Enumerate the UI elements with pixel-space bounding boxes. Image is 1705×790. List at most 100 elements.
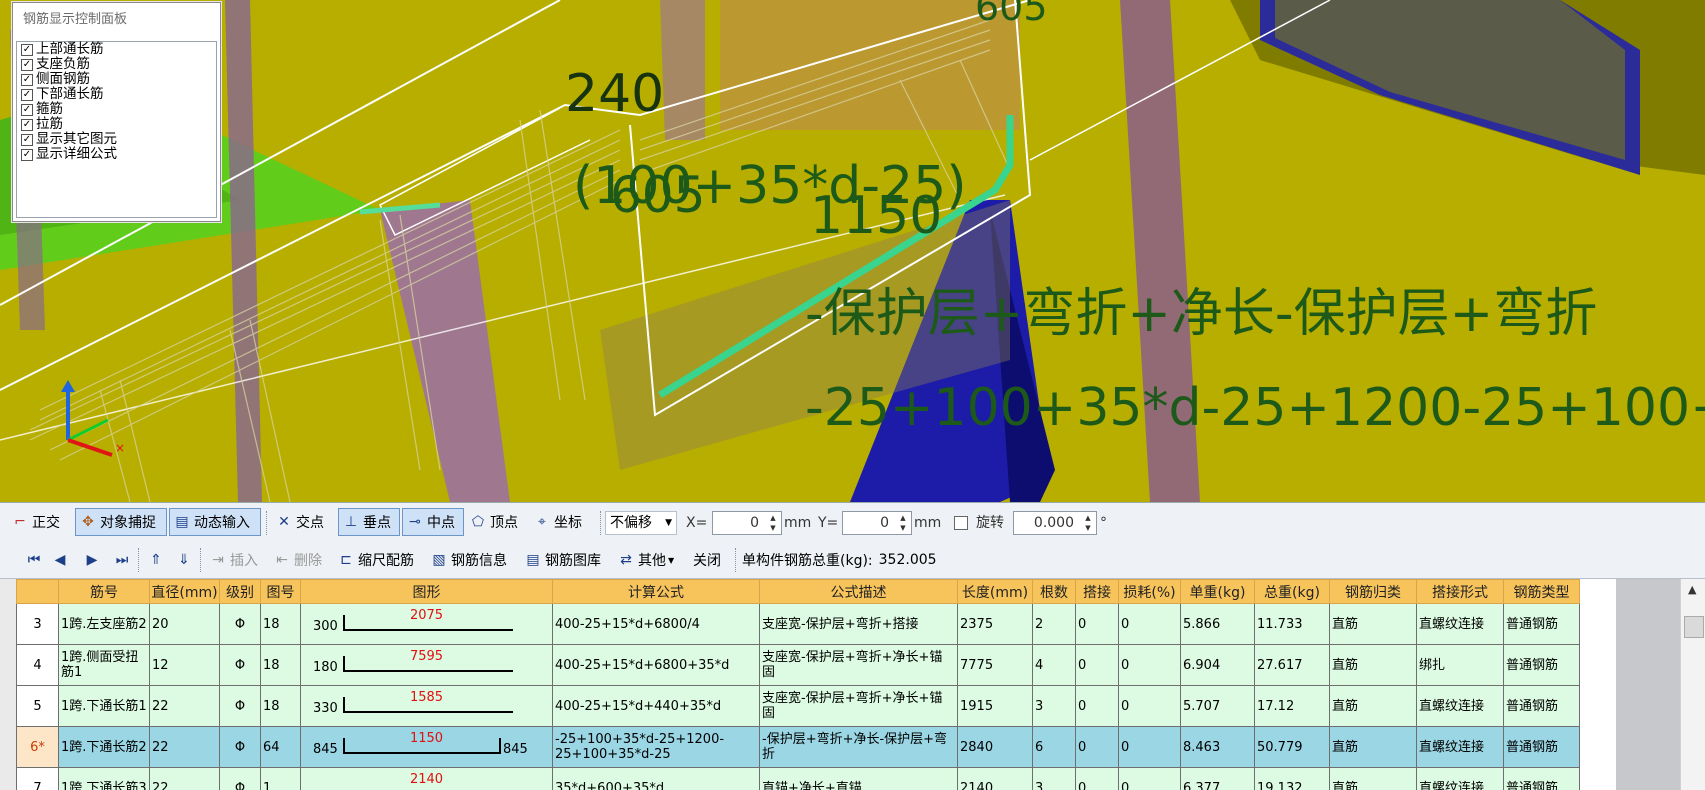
cell-name[interactable]: 1跨.下通长筋1 <box>58 685 150 727</box>
cell-category[interactable]: 直筋 <box>1329 685 1417 727</box>
column-header[interactable]: 单重(kg) <box>1180 579 1255 604</box>
cell-type[interactable]: 普通钢筋 <box>1503 685 1580 727</box>
cell-count[interactable]: 3 <box>1032 767 1076 790</box>
cell-name[interactable]: 1跨.侧面受扭筋1 <box>58 644 150 686</box>
spinner-icon[interactable]: ▲ ▼ <box>767 513 779 533</box>
checkbox[interactable]: ✓ <box>21 103 33 116</box>
cell-fig[interactable]: 1 <box>260 767 301 790</box>
cell-loss[interactable]: 0 <box>1118 644 1181 686</box>
cell-loss[interactable]: 0 <box>1118 685 1181 727</box>
checkbox[interactable]: ✓ <box>21 118 33 131</box>
cell-desc[interactable]: 直锚+净长+直锚 <box>759 767 958 790</box>
cell-grade[interactable]: Φ <box>219 603 261 645</box>
cell-fig[interactable]: 64 <box>260 726 301 768</box>
cell-dia[interactable]: 22 <box>149 726 220 768</box>
checkbox[interactable]: ✓ <box>21 88 33 101</box>
cell-loss[interactable]: 0 <box>1118 767 1181 790</box>
cell-desc[interactable]: 支座宽-保护层+弯折+净长+锚固 <box>759 644 958 686</box>
cell-lap[interactable]: 0 <box>1075 767 1119 790</box>
cell-total_wt[interactable]: 27.617 <box>1254 644 1330 686</box>
checkbox[interactable]: ✓ <box>21 58 33 71</box>
vertical-scrollbar[interactable]: ▲ <box>1680 579 1705 790</box>
column-header[interactable]: 图形 <box>300 579 553 604</box>
shape-cell[interactable]: 180 7595 <box>300 644 553 686</box>
next-record-button[interactable]: ▶ <box>80 547 104 573</box>
cell-type[interactable]: 普通钢筋 <box>1503 603 1580 645</box>
cell-lap_type[interactable]: 直螺纹连接 <box>1416 726 1504 768</box>
column-header[interactable]: 根数 <box>1032 579 1076 604</box>
shape-cell[interactable]: 330 1585 <box>300 685 553 727</box>
cell-unit_wt[interactable]: 5.707 <box>1180 685 1255 727</box>
rebar-library-button[interactable]: ▤ 钢筋图库 <box>521 547 601 573</box>
cell-unit_wt[interactable]: 5.866 <box>1180 603 1255 645</box>
cell-count[interactable]: 2 <box>1032 603 1076 645</box>
column-header[interactable]: 计算公式 <box>552 579 760 604</box>
x-coordinate-input[interactable]: 0 ▲ ▼ <box>712 511 782 535</box>
cell-formula[interactable]: 400-25+15*d+6800/4 <box>552 603 760 645</box>
scale-rebar-button[interactable]: ⊏ 缩尺配筋 <box>334 547 414 573</box>
table-row[interactable]: 6* 1跨.下通长筋2 22 Φ 64 845 1150 845 -25+100+35*d-25… <box>16 726 1580 768</box>
midpoint-button[interactable]: ⊸ 中点 <box>402 508 464 536</box>
shape-cell[interactable]: 300 2075 <box>300 603 553 645</box>
cell-type[interactable]: 普通钢筋 <box>1503 644 1580 686</box>
cell-dia[interactable]: 22 <box>149 767 220 790</box>
cell-lap[interactable]: 0 <box>1075 685 1119 727</box>
rotate-angle-input[interactable]: 0.000 ▲ ▼ <box>1013 511 1097 535</box>
row-number[interactable]: 6* <box>16 726 59 768</box>
cell-count[interactable]: 4 <box>1032 644 1076 686</box>
cell-total_wt[interactable]: 50.779 <box>1254 726 1330 768</box>
coordinate-button[interactable]: ⌖ 坐标 <box>530 508 582 536</box>
offset-mode-select[interactable]: 不偏移 ▼ <box>605 511 677 535</box>
rebar-info-button[interactable]: ▧ 钢筋信息 <box>427 547 507 573</box>
cell-unit_wt[interactable]: 6.904 <box>1180 644 1255 686</box>
row-number[interactable]: 5 <box>16 685 59 727</box>
column-header[interactable]: 总重(kg) <box>1254 579 1330 604</box>
spinner-icon[interactable]: ▲ ▼ <box>1082 513 1094 533</box>
cell-fig[interactable]: 18 <box>260 603 301 645</box>
move-down-button[interactable]: ⇓ <box>172 547 196 573</box>
cell-lap_type[interactable]: 直螺纹连接 <box>1416 685 1504 727</box>
cell-formula[interactable]: 400-25+15*d+6800+35*d <box>552 644 760 686</box>
column-header[interactable]: 级别 <box>219 579 261 604</box>
cell-lap[interactable]: 0 <box>1075 644 1119 686</box>
object-snap-button[interactable]: ✥ 对象捕捉 <box>75 508 167 536</box>
cell-name[interactable]: 1跨.下通长筋2 <box>58 726 150 768</box>
cell-unit_wt[interactable]: 6.377 <box>1180 767 1255 790</box>
cell-category[interactable]: 直筋 <box>1329 603 1417 645</box>
column-header[interactable]: 公式描述 <box>759 579 958 604</box>
cell-category[interactable]: 直筋 <box>1329 644 1417 686</box>
column-header[interactable]: 钢筋归类 <box>1329 579 1417 604</box>
cell-count[interactable]: 3 <box>1032 685 1076 727</box>
dynamic-input-button[interactable]: ▤ 动态输入 <box>169 508 261 536</box>
control-item[interactable]: ✓ 上部通长筋 <box>17 42 216 57</box>
checkbox[interactable]: ✓ <box>21 43 33 56</box>
column-header[interactable]: 搭接形式 <box>1416 579 1504 604</box>
cell-unit_wt[interactable]: 8.463 <box>1180 726 1255 768</box>
cell-name[interactable]: 1跨.左支座筋2 <box>58 603 150 645</box>
y-coordinate-input[interactable]: 0 ▲ ▼ <box>842 511 912 535</box>
shape-cell[interactable]: 845 1150 845 <box>300 726 553 768</box>
cell-count[interactable]: 6 <box>1032 726 1076 768</box>
prev-record-button[interactable]: ◀ <box>48 547 72 573</box>
scroll-up-icon[interactable]: ▲ <box>1688 583 1696 596</box>
cell-grade[interactable]: Φ <box>219 644 261 686</box>
last-record-button[interactable]: ⏭ <box>110 547 134 573</box>
3d-viewport[interactable]: × 605 240 (100+35*d-25) 605 1150 -保护层+弯折… <box>0 0 1705 502</box>
cell-grade[interactable]: Φ <box>219 767 261 790</box>
cell-formula[interactable]: 400-25+15*d+440+35*d <box>552 685 760 727</box>
column-header[interactable]: 直径(mm) <box>149 579 220 604</box>
row-number[interactable]: 3 <box>16 603 59 645</box>
column-header[interactable]: 钢筋类型 <box>1503 579 1580 604</box>
cell-length[interactable]: 7775 <box>957 644 1033 686</box>
cell-loss[interactable]: 0 <box>1118 726 1181 768</box>
cell-lap_type[interactable]: 绑扎 <box>1416 644 1504 686</box>
cell-loss[interactable]: 0 <box>1118 603 1181 645</box>
cell-name[interactable]: 1跨.下通长筋3 <box>58 767 150 790</box>
cell-length[interactable]: 1915 <box>957 685 1033 727</box>
perpendicular-button[interactable]: ⊥ 垂点 <box>338 508 400 536</box>
cell-dia[interactable]: 12 <box>149 644 220 686</box>
vertex-button[interactable]: ⬠ 顶点 <box>466 508 518 536</box>
table-row[interactable]: 7 1跨.下通长筋3 22 Φ 1 2140 35*d+600+35*d 直锚+净长+直锚 21… <box>16 767 1580 790</box>
rotate-checkbox[interactable] <box>954 516 968 530</box>
cell-formula[interactable]: -25+100+35*d-25+1200-25+100+35*d-25 <box>552 726 760 768</box>
